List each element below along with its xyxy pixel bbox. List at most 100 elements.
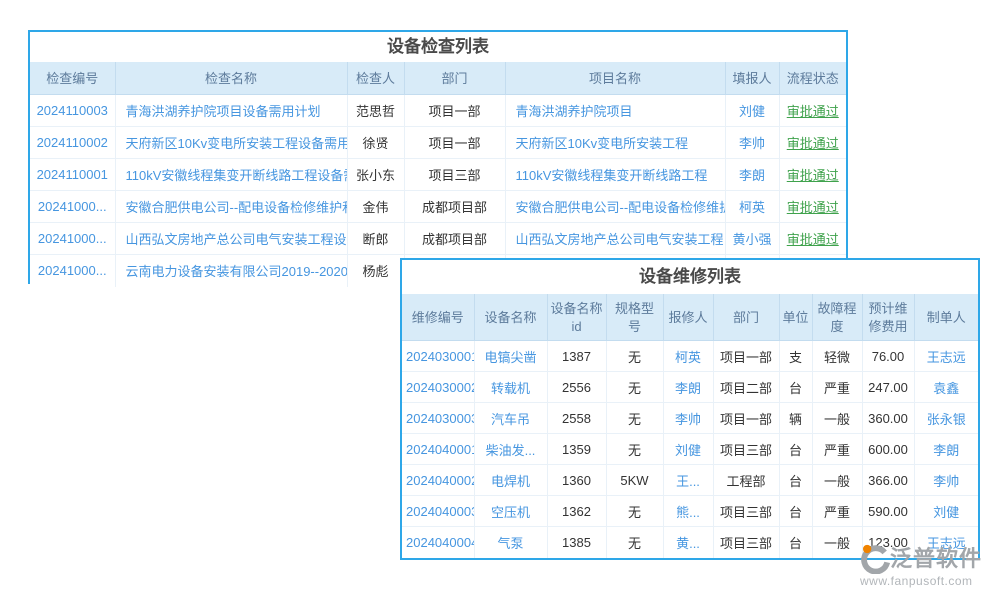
cell-link[interactable]: 电镐尖凿 xyxy=(474,341,547,372)
cell-status-link[interactable]: 审批通过 xyxy=(779,95,846,127)
cell-link[interactable]: 袁鑫 xyxy=(914,372,978,403)
cell-link[interactable]: 2024110003 xyxy=(30,95,115,127)
cell-link[interactable]: 汽车吊 xyxy=(474,403,547,434)
repair-table-body: 2024030001电镐尖凿1387无柯英项目一部支轻微76.00王志远2024… xyxy=(402,341,978,558)
inspection-table: 检查编号检查名称检查人部门项目名称填报人流程状态 2024110003青海洪湖养… xyxy=(30,62,846,287)
table-row: 20241000...山西弘文房地产总公司电气安装工程设备...断郎成都项目部山… xyxy=(30,223,846,255)
header-row: 维修编号设备名称设备名称id规格型号报修人部门单位故障程度预计维修费用制单人 xyxy=(402,295,978,341)
cell-link[interactable]: 安徽合肥供电公司--配电设备检修维护和... xyxy=(115,191,347,223)
cell-text: 247.00 xyxy=(862,372,914,403)
cell-link[interactable]: 天府新区10Kv变电所安装工程 xyxy=(505,127,725,159)
cell-text: 项目一部 xyxy=(404,127,505,159)
cell-text: 金伟 xyxy=(347,191,404,223)
cell-link[interactable]: 山西弘文房地产总公司电气安装工程 xyxy=(505,223,725,255)
cell-link[interactable]: 青海洪湖养护院项目 xyxy=(505,95,725,127)
cell-link[interactable]: 李朗 xyxy=(914,434,978,465)
cell-link[interactable]: 山西弘文房地产总公司电气安装工程设备... xyxy=(115,223,347,255)
cell-text: 一般 xyxy=(812,527,862,558)
cell-text: 76.00 xyxy=(862,341,914,372)
cell-text: 项目一部 xyxy=(713,341,779,372)
cell-link[interactable]: 安徽合肥供电公司--配电设备检修维护... xyxy=(505,191,725,223)
column-header: 规格型号 xyxy=(606,295,663,341)
column-header: 部门 xyxy=(404,63,505,95)
cell-link[interactable]: 2024030002 xyxy=(402,372,474,403)
cell-link[interactable]: 2024110002 xyxy=(30,127,115,159)
cell-link[interactable]: 黄... xyxy=(663,527,713,558)
cell-link[interactable]: 20241000... xyxy=(30,255,115,287)
cell-text: 项目二部 xyxy=(713,372,779,403)
cell-link[interactable]: 空压机 xyxy=(474,496,547,527)
cell-text: 台 xyxy=(779,372,812,403)
cell-link[interactable]: 转载机 xyxy=(474,372,547,403)
cell-status-link[interactable]: 审批通过 xyxy=(779,223,846,255)
cell-text: 无 xyxy=(606,496,663,527)
cell-text: 项目一部 xyxy=(713,403,779,434)
cell-text: 1385 xyxy=(547,527,606,558)
cell-link[interactable]: 李帅 xyxy=(914,465,978,496)
column-header: 制单人 xyxy=(914,295,978,341)
column-header: 预计维修费用 xyxy=(862,295,914,341)
cell-link[interactable]: 柯英 xyxy=(663,341,713,372)
cell-link[interactable]: 20241000... xyxy=(30,191,115,223)
column-header: 检查编号 xyxy=(30,63,115,95)
cell-link[interactable]: 李帅 xyxy=(725,127,779,159)
cell-status-link[interactable]: 审批通过 xyxy=(779,159,846,191)
cell-link[interactable]: 2024030003 xyxy=(402,403,474,434)
cell-link[interactable]: 2024040004 xyxy=(402,527,474,558)
cell-link[interactable]: 李帅 xyxy=(663,403,713,434)
table-row: 2024110003青海洪湖养护院项目设备需用计划范思哲项目一部青海洪湖养护院项… xyxy=(30,95,846,127)
cell-text: 1387 xyxy=(547,341,606,372)
column-header: 项目名称 xyxy=(505,63,725,95)
repair-list-title: 设备维修列表 xyxy=(402,260,978,294)
cell-link[interactable]: 刘健 xyxy=(725,95,779,127)
cell-link[interactable]: 黄小强 xyxy=(725,223,779,255)
cell-text: 支 xyxy=(779,341,812,372)
cell-link[interactable]: 李朗 xyxy=(663,372,713,403)
cell-link[interactable]: 110kV安徽线程集变开断线路工程 xyxy=(505,159,725,191)
cell-link[interactable]: 2024040003 xyxy=(402,496,474,527)
table-row: 2024040001柴油发...1359无刘健项目三部台严重600.00李朗 xyxy=(402,434,978,465)
cell-text: 范思哲 xyxy=(347,95,404,127)
cell-link[interactable]: 刘健 xyxy=(914,496,978,527)
cell-text: 辆 xyxy=(779,403,812,434)
cell-text: 2556 xyxy=(547,372,606,403)
inspection-table-header: 检查编号检查名称检查人部门项目名称填报人流程状态 xyxy=(30,63,846,95)
cell-text: 366.00 xyxy=(862,465,914,496)
cell-text: 5KW xyxy=(606,465,663,496)
cell-link[interactable]: 天府新区10Kv变电所安装工程设备需用计划 xyxy=(115,127,347,159)
cell-link[interactable]: 20241000... xyxy=(30,223,115,255)
cell-link[interactable]: 2024040002 xyxy=(402,465,474,496)
inspection-list-panel: 设备检查列表 检查编号检查名称检查人部门项目名称填报人流程状态 20241100… xyxy=(28,30,848,284)
cell-link[interactable]: 2024040001 xyxy=(402,434,474,465)
cell-link[interactable]: 110kV安徽线程集变开断线路工程设备需... xyxy=(115,159,347,191)
cell-text: 台 xyxy=(779,465,812,496)
cell-status-link[interactable]: 审批通过 xyxy=(779,191,846,223)
cell-link[interactable]: 柴油发... xyxy=(474,434,547,465)
table-row: 2024030002转载机2556无李朗项目二部台严重247.00袁鑫 xyxy=(402,372,978,403)
column-header: 检查人 xyxy=(347,63,404,95)
cell-link[interactable]: 熊... xyxy=(663,496,713,527)
cell-link[interactable]: 张永银 xyxy=(914,403,978,434)
cell-text: 张小东 xyxy=(347,159,404,191)
cell-link[interactable]: 电焊机 xyxy=(474,465,547,496)
cell-text: 台 xyxy=(779,434,812,465)
cell-link[interactable]: 王志远 xyxy=(914,341,978,372)
cell-link[interactable]: 2024030001 xyxy=(402,341,474,372)
repair-table: 维修编号设备名称设备名称id规格型号报修人部门单位故障程度预计维修费用制单人 2… xyxy=(402,294,978,558)
cell-text: 项目三部 xyxy=(404,159,505,191)
cell-link[interactable]: 云南电力设备安装有限公司2019--2020年... xyxy=(115,255,347,287)
cell-link[interactable]: 王... xyxy=(663,465,713,496)
cell-link[interactable]: 李朗 xyxy=(725,159,779,191)
cell-text: 一般 xyxy=(812,403,862,434)
cell-text: 严重 xyxy=(812,434,862,465)
cell-link[interactable]: 青海洪湖养护院项目设备需用计划 xyxy=(115,95,347,127)
cell-status-link[interactable]: 审批通过 xyxy=(779,127,846,159)
cell-text: 360.00 xyxy=(862,403,914,434)
cell-link[interactable]: 气泵 xyxy=(474,527,547,558)
table-row: 2024030003汽车吊2558无李帅项目一部辆一般360.00张永银 xyxy=(402,403,978,434)
cell-link[interactable]: 柯英 xyxy=(725,191,779,223)
cell-text: 1360 xyxy=(547,465,606,496)
cell-link[interactable]: 2024110001 xyxy=(30,159,115,191)
cell-link[interactable]: 刘健 xyxy=(663,434,713,465)
table-row: 2024040002电焊机13605KW王...工程部台一般366.00李帅 xyxy=(402,465,978,496)
